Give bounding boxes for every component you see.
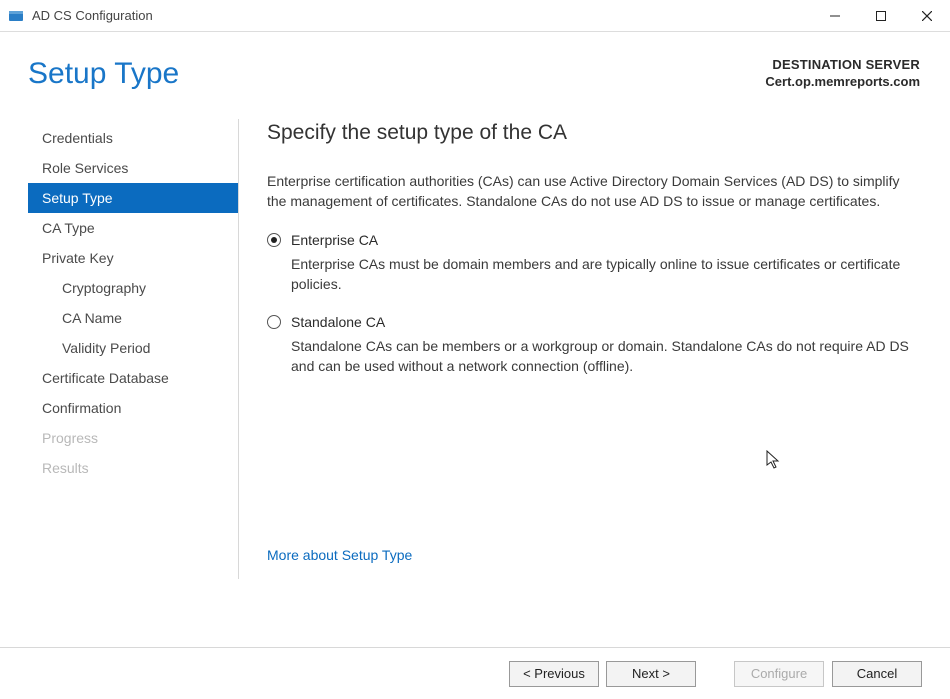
sidebar-item-certificate-database[interactable]: Certificate Database (28, 363, 238, 393)
option-label[interactable]: Standalone CA (291, 314, 385, 330)
previous-button[interactable]: < Previous (509, 661, 599, 687)
wizard-sidebar: Credentials Role Services Setup Type CA … (28, 119, 238, 579)
app-icon (8, 8, 24, 24)
main-panel: Specify the setup type of the CA Enterpr… (238, 119, 920, 579)
window-controls (812, 0, 950, 32)
main-heading: Specify the setup type of the CA (267, 121, 916, 145)
sidebar-item-confirmation[interactable]: Confirmation (28, 393, 238, 423)
radio-standalone-ca[interactable] (267, 315, 281, 329)
wizard-footer: < Previous Next > Configure Cancel (0, 647, 950, 699)
header: Setup Type DESTINATION SERVER Cert.op.me… (28, 57, 920, 91)
minimize-button[interactable] (812, 0, 858, 32)
option-standalone-ca: Standalone CA Standalone CAs can be memb… (267, 314, 916, 377)
sidebar-item-cryptography[interactable]: Cryptography (28, 273, 238, 303)
destination-server: Cert.op.memreports.com (765, 74, 920, 89)
radio-enterprise-ca[interactable] (267, 233, 281, 247)
sidebar-item-setup-type[interactable]: Setup Type (28, 183, 238, 213)
sidebar-item-private-key[interactable]: Private Key (28, 243, 238, 273)
window-title: AD CS Configuration (32, 8, 153, 23)
destination-label: DESTINATION SERVER (765, 57, 920, 72)
option-enterprise-ca: Enterprise CA Enterprise CAs must be dom… (267, 232, 916, 295)
titlebar: AD CS Configuration (0, 0, 950, 32)
next-button[interactable]: Next > (606, 661, 696, 687)
sidebar-item-credentials[interactable]: Credentials (28, 123, 238, 153)
more-about-link[interactable]: More about Setup Type (267, 547, 412, 563)
page-title: Setup Type (28, 57, 179, 91)
configure-button: Configure (734, 661, 824, 687)
sidebar-item-results: Results (28, 453, 238, 483)
sidebar-item-ca-name[interactable]: CA Name (28, 303, 238, 333)
sidebar-item-progress: Progress (28, 423, 238, 453)
sidebar-item-validity-period[interactable]: Validity Period (28, 333, 238, 363)
main-description: Enterprise certification authorities (CA… (267, 171, 916, 212)
close-button[interactable] (904, 0, 950, 32)
sidebar-item-ca-type[interactable]: CA Type (28, 213, 238, 243)
sidebar-item-role-services[interactable]: Role Services (28, 153, 238, 183)
option-description: Standalone CAs can be members or a workg… (267, 336, 916, 377)
option-description: Enterprise CAs must be domain members an… (267, 254, 916, 295)
cancel-button[interactable]: Cancel (832, 661, 922, 687)
option-label[interactable]: Enterprise CA (291, 232, 378, 248)
maximize-button[interactable] (858, 0, 904, 32)
destination-info: DESTINATION SERVER Cert.op.memreports.co… (765, 57, 920, 89)
